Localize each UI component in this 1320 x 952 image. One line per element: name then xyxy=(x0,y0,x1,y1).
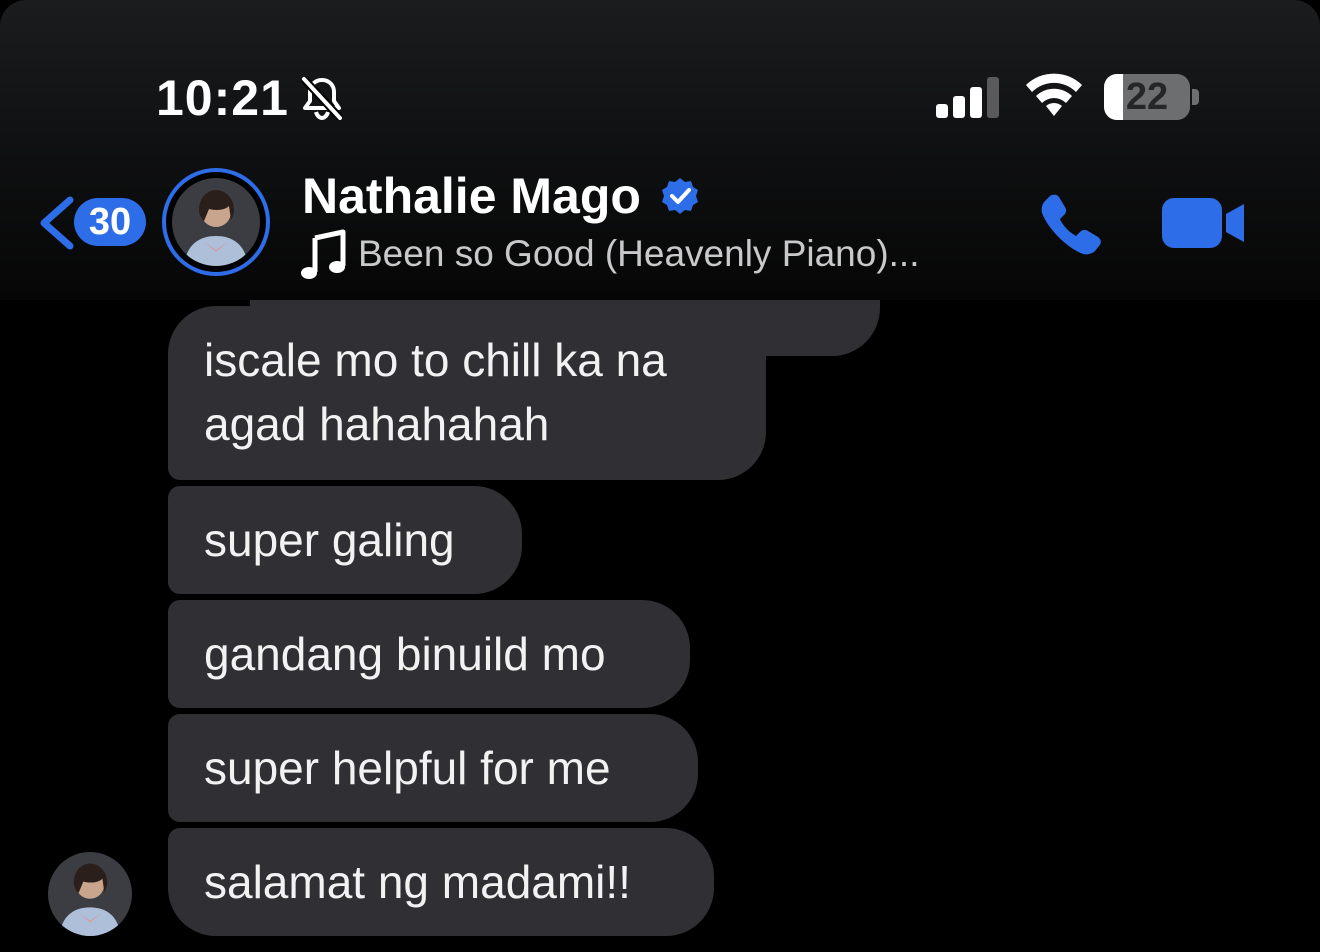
person-photo-icon xyxy=(172,178,260,266)
message-line: agad hahahahah xyxy=(204,398,550,450)
message-bubble[interactable]: gandang binuild mo xyxy=(168,600,690,708)
contact-photo xyxy=(172,178,260,266)
bell-slash-icon xyxy=(301,76,343,120)
wifi-icon xyxy=(1026,73,1082,116)
phone-icon[interactable] xyxy=(1036,190,1106,260)
battery-level: 22 xyxy=(1125,76,1169,118)
message-line: iscale mo to chill ka na xyxy=(204,334,667,386)
unread-count-badge: 30 xyxy=(74,198,146,246)
contact-avatar[interactable] xyxy=(162,168,270,276)
music-note-icon xyxy=(301,229,346,279)
message-bubble[interactable]: salamat ng madami!! xyxy=(168,828,714,936)
sender-avatar[interactable] xyxy=(48,852,132,936)
battery-indicator: 22 xyxy=(1104,74,1190,120)
verified-badge-icon xyxy=(662,178,698,214)
back-button[interactable]: 30 xyxy=(36,190,148,254)
messenger-chat-screen: 10:21 22 30 Nathalie Mago Been so Good (… xyxy=(0,0,1320,952)
message-bubble[interactable]: super galing xyxy=(168,486,522,594)
person-photo-icon xyxy=(48,852,132,936)
battery-cap xyxy=(1192,89,1199,105)
contact-name[interactable]: Nathalie Mago xyxy=(302,168,641,224)
video-camera-icon[interactable] xyxy=(1160,194,1246,252)
now-playing-text[interactable]: Been so Good (Heavenly Piano)... xyxy=(358,232,920,276)
chevron-left-icon xyxy=(40,196,74,250)
status-time: 10:21 xyxy=(156,70,289,126)
cellular-signal-icon xyxy=(936,77,999,118)
message-bubble[interactable]: super helpful for me xyxy=(168,714,698,822)
message-bubble[interactable]: iscale mo to chill ka na agad hahahahah xyxy=(168,306,766,480)
